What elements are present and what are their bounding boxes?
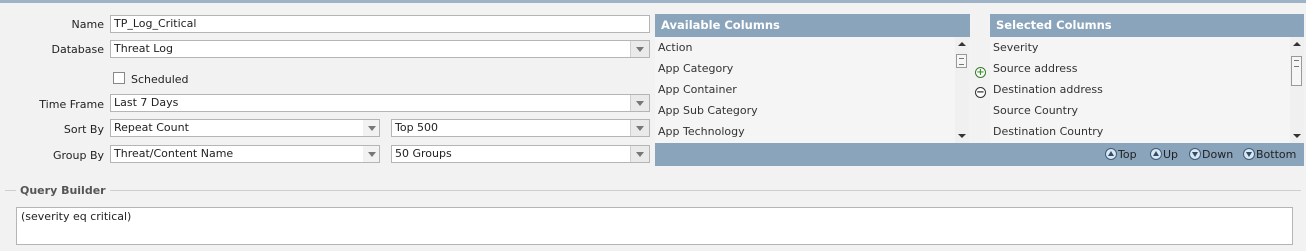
top-accent-bar [0,0,1306,3]
list-item[interactable]: App Technology [655,121,955,142]
sort-limit-select[interactable]: Top 500 [391,119,650,137]
name-input[interactable]: TP_Log_Critical [110,15,650,33]
sort-by-label: Sort By [63,123,104,136]
move-up-icon [1150,148,1162,160]
name-label: Name [71,18,104,31]
database-select[interactable]: Threat Log [110,40,650,58]
scroll-down-icon[interactable] [1293,134,1301,138]
query-builder-title: Query Builder [16,184,110,197]
list-item[interactable]: Destination Country [990,121,1290,142]
move-down-label: Down [1202,148,1234,161]
scroll-thumb[interactable] [956,54,967,68]
chevron-down-icon[interactable] [363,120,379,136]
move-down-icon [1189,148,1201,160]
database-label: Database [51,43,105,56]
scroll-down-icon[interactable] [958,134,966,138]
list-item[interactable]: Source Country [990,100,1290,121]
chevron-down-icon[interactable] [630,95,649,111]
scroll-thumb[interactable] [1291,56,1302,86]
move-top-button[interactable]: Top [1105,148,1137,161]
scroll-up-icon[interactable] [958,42,966,46]
chevron-down-icon[interactable] [630,120,649,136]
scroll-up-icon[interactable] [1293,42,1301,46]
chevron-down-icon[interactable] [630,146,649,162]
group-by-label: Group By [52,149,104,162]
move-up-button[interactable]: Up [1150,148,1178,161]
list-item[interactable]: App Category [655,58,955,79]
database-value: Threat Log [114,42,173,55]
group-by-value: Threat/Content Name [114,147,234,160]
sort-limit-value: Top 500 [395,121,439,134]
move-top-label: Top [1118,148,1137,161]
move-bottom-button[interactable]: Bottom [1243,148,1296,161]
query-builder-textarea[interactable]: (severity eq critical) [16,207,1293,245]
move-top-icon [1105,148,1117,160]
list-item[interactable]: Source address [990,58,1290,79]
available-columns-scrollbar[interactable] [955,37,969,143]
available-columns-header: Available Columns [655,14,970,37]
time-frame-select[interactable]: Last 7 Days [110,94,650,112]
remove-column-button[interactable]: − [975,87,986,98]
move-up-label: Up [1163,148,1179,161]
group-limit-select[interactable]: 50 Groups [391,145,650,163]
time-frame-value: Last 7 Days [114,96,179,109]
selected-columns-scrollbar[interactable] [1290,37,1304,143]
available-columns-list[interactable]: Action App Category App Container App Su… [655,37,955,143]
chevron-down-icon[interactable] [363,146,379,162]
group-limit-value: 50 Groups [395,147,452,160]
sort-by-select[interactable]: Repeat Count [110,119,380,137]
time-frame-label: Time Frame [39,98,104,111]
chevron-down-icon[interactable] [630,41,649,57]
list-item[interactable]: Destination address [990,79,1290,100]
list-item[interactable]: App Container [655,79,955,100]
selected-columns-header: Selected Columns [990,14,1304,37]
selected-columns-list[interactable]: Severity Source address Destination addr… [990,37,1290,143]
list-item[interactable]: Severity [990,37,1290,58]
add-column-button[interactable]: + [975,67,986,78]
move-bottom-icon [1243,148,1255,160]
sort-by-value: Repeat Count [114,121,189,134]
scheduled-checkbox[interactable] [113,72,125,84]
move-bottom-label: Bottom [1256,148,1297,161]
move-down-button[interactable]: Down [1189,148,1233,161]
list-item[interactable]: App Sub Category [655,100,955,121]
scheduled-label: Scheduled [131,73,189,86]
group-by-select[interactable]: Threat/Content Name [110,145,380,163]
list-item[interactable]: Action [655,37,955,58]
